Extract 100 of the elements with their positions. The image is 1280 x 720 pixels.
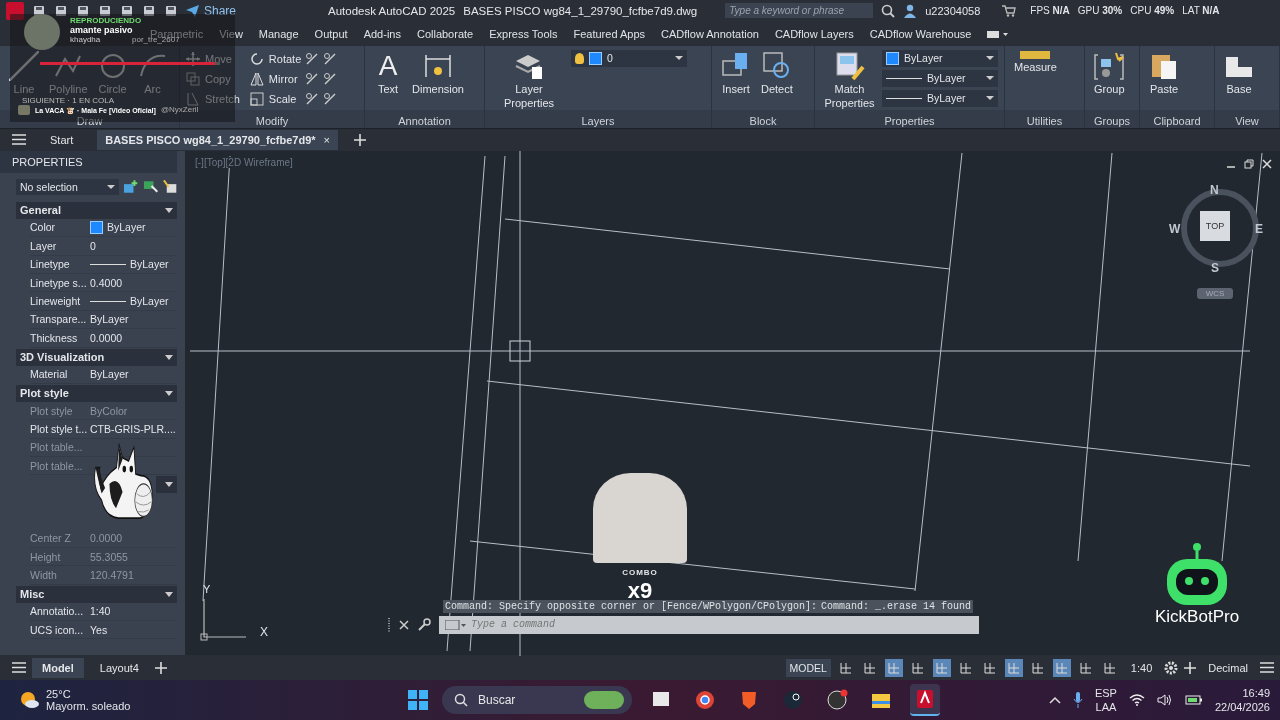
toolbar-file-icon[interactable] [120,4,134,18]
edit-tool-icon[interactable] [323,71,338,86]
cart-icon[interactable] [1002,5,1017,17]
document-tab[interactable]: BASES PISCO wg84_1_29790_fcfbe7d9* × [97,129,338,150]
quick-select-icon[interactable] [161,179,177,194]
speaker-icon[interactable] [1156,694,1173,707]
property-dropdown[interactable]: 0 [571,49,687,67]
property-value[interactable]: 0 [90,239,96,252]
edit-tool-icon[interactable] [323,51,338,66]
ribbon-tab[interactable]: CADflow Annotation [661,27,759,40]
battery-icon[interactable] [1184,694,1203,707]
property-value[interactable]: 1:40 [90,605,111,618]
selection-dropdown[interactable]: No selection [16,178,120,195]
panel-toggle-icon[interactable] [987,28,1010,39]
command-history-icon[interactable] [445,619,467,630]
grip-icon[interactable] [387,617,391,632]
section-header[interactable]: Plot style [16,384,177,402]
search-field[interactable]: Type a keyword or phrase [725,3,874,19]
edit-tool-icon[interactable] [305,51,320,66]
ribbon-tab[interactable]: CADflow Warehouse [869,27,972,40]
toolbar-file-icon[interactable] [98,4,112,18]
ribbon-tab[interactable]: Express Tools [489,27,558,40]
close-icon[interactable] [1262,158,1272,169]
restore-icon[interactable] [1244,158,1254,169]
section-header[interactable]: 3D Visualization [16,348,177,366]
panel-title[interactable]: Groups [1093,114,1131,127]
menu-icon[interactable] [12,662,26,674]
ribbon-button[interactable]: Rotate [249,48,302,69]
gear-icon[interactable] [1164,660,1179,675]
section-header[interactable] [156,476,177,494]
section-header[interactable]: General [16,201,177,219]
ribbon-tab[interactable]: View [219,27,243,40]
ribbon-button[interactable]: Match Properties [821,48,878,113]
ribbon-tab[interactable]: Featured Apps [573,27,646,40]
property-dropdown[interactable]: ByLayer [882,89,998,107]
panel-title[interactable]: Modify [255,114,289,127]
add-tab-icon[interactable] [354,133,366,146]
menu-icon[interactable] [12,134,26,146]
property-value[interactable]: ByLayer [107,221,146,234]
panel-title[interactable]: Clipboard [1153,114,1201,127]
ribbon-button[interactable]: Measure [1011,48,1060,77]
ribbon-tab[interactable]: Manage [258,27,299,40]
start-icon[interactable] [408,690,428,711]
viewcube-face[interactable]: TOP [1200,210,1230,241]
ribbon-tab[interactable]: Collaborate [416,27,474,40]
add-selection-icon[interactable] [123,179,139,194]
ribbon-button[interactable]: Dimension [409,48,467,99]
chevron-up-icon[interactable] [1048,696,1061,705]
panel-title[interactable]: Annotation [398,114,451,127]
command-input[interactable]: Type a command [439,615,979,634]
layout-tab[interactable]: Model [32,657,84,678]
ribbon-button[interactable]: A Text [371,48,405,99]
property-value[interactable]: Yes [90,623,108,636]
layout-tab[interactable]: Layout4 [89,657,149,678]
ribbon-tab[interactable]: CADflow Layers [774,27,854,40]
cad-icon[interactable] [910,684,940,717]
wifi-icon[interactable] [1128,694,1145,707]
property-value[interactable]: 0.0000 [90,331,123,344]
property-value[interactable]: ByLayer [130,258,169,271]
toolbar-file-icon[interactable] [32,4,46,18]
ribbon-button[interactable]: Base [1221,48,1257,99]
clock[interactable]: 16:49 22/04/2026 [1214,685,1270,715]
property-value[interactable]: CTB-GRIS-PLR.... [90,423,176,435]
property-value[interactable]: ByLayer [130,295,169,308]
section-header[interactable]: Misc [16,585,177,603]
ribbon-button[interactable]: Insert [718,48,754,99]
edit-tool-icon[interactable] [305,71,320,86]
customize-menu-icon[interactable] [1260,662,1274,674]
close-tab-button[interactable]: × [323,133,330,146]
temperature[interactable]: 25°C [46,688,131,701]
annotation-scale[interactable]: 1:40 [1124,661,1159,674]
property-value[interactable]: 0.4000 [90,276,123,289]
ribbon-button[interactable]: Scale [249,88,302,109]
panel-title[interactable]: Utilities [1026,114,1063,127]
ribbon-button[interactable]: Mirror [249,68,302,89]
ribbon-button[interactable]: Group [1091,48,1128,99]
property-value[interactable]: ByLayer [90,313,129,326]
ribbon-tab[interactable]: Add-ins [363,27,401,40]
share-button[interactable]: Share [186,4,237,18]
property-dropdown[interactable]: ByLayer [882,69,998,87]
add-layout-icon[interactable] [154,661,167,674]
panel-title[interactable]: Layers [581,114,615,127]
user-name[interactable]: u22304058 [925,5,981,17]
toolbar-file-icon[interactable] [164,4,178,18]
toolbar-file-icon[interactable] [54,4,68,18]
user-icon[interactable] [903,4,918,18]
edit-tool-icon[interactable] [305,91,320,106]
language-indicator[interactable]: ESP LAA [1094,685,1117,715]
compass-label[interactable]: N [1210,182,1219,197]
property-dropdown[interactable]: ByLayer [882,49,998,67]
select-objects-icon[interactable] [142,179,158,194]
units-dropdown[interactable]: Decimal [1202,661,1254,674]
search-icon[interactable] [881,4,896,18]
weather-sun-cloud-icon[interactable] [18,690,40,711]
property-value[interactable]: ByLayer [90,368,129,381]
ribbon-tab[interactable]: Output [314,27,348,40]
toolbar-file-icon[interactable] [76,4,90,18]
edit-tool-icon[interactable] [323,91,338,106]
toolbar-file-icon[interactable] [142,4,156,18]
close-icon[interactable] [399,619,409,630]
